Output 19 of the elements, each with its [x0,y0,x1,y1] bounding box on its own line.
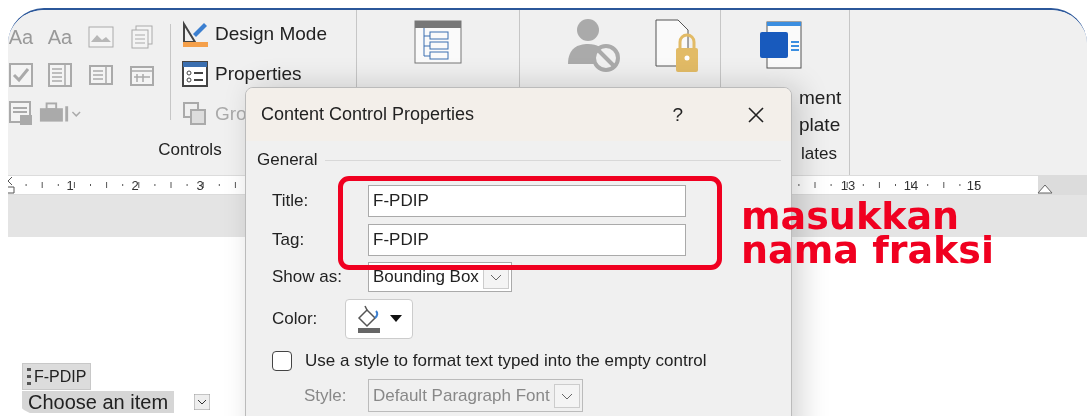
ruler-number: 13 [840,178,856,193]
field-label: Tag: [272,230,306,250]
field-label: Title: [272,191,310,211]
dialog-title: Content Control Properties [261,104,476,125]
section-heading: General [257,150,318,170]
group-label: Controls [158,140,222,160]
checkbox-label: Use a style to format text typed into the empty control [305,351,707,371]
field-label: Show as: [272,267,343,287]
ruler-number: 14 [903,178,919,193]
annotation-text: masukkan [741,199,960,233]
annotation-text: nama fraksi [741,233,994,267]
content-control-title: F-PDIP [34,367,87,386]
field-label: Style: [304,385,348,406]
ruler-number: 15 [966,178,982,193]
ruler-number: 2 [131,178,139,193]
ruler-number: 1 [66,178,74,193]
ruler-number: 3 [196,178,204,193]
field-label: Color: [272,309,319,329]
group-label-fragment: lates [801,144,838,164]
